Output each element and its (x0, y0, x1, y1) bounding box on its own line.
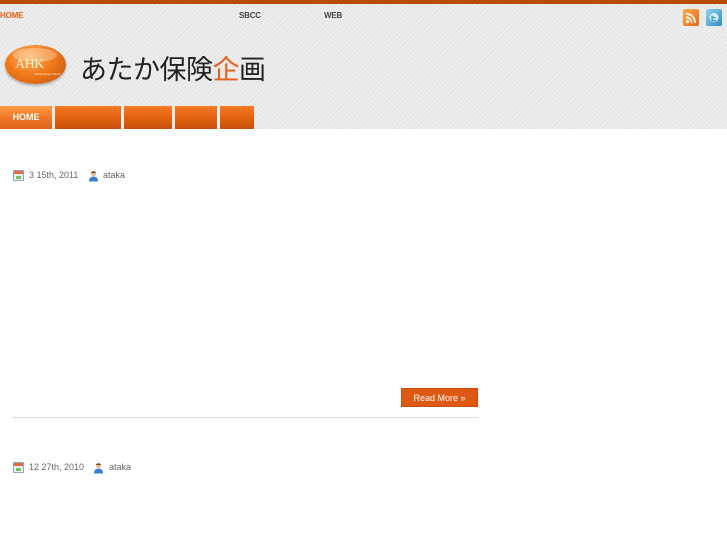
logo-text: AHK (15, 57, 44, 72)
post-date: 3 15th, 2011 (29, 170, 79, 180)
post-author[interactable]: ataka (103, 170, 125, 180)
site-title-accent: 企 (212, 55, 240, 86)
calendar-icon (13, 462, 24, 473)
site-title-end: 画 (239, 55, 266, 86)
site-title[interactable]: あたか保険企画 (80, 48, 266, 87)
calendar-icon (13, 170, 24, 181)
twitter-icon[interactable] (706, 9, 722, 26)
nav-item-home[interactable]: HOME (0, 106, 52, 129)
nav-item-2[interactable] (55, 106, 121, 129)
user-icon (94, 462, 103, 474)
nav-item-3[interactable] (124, 106, 172, 129)
site-title-main: あたか保険 (80, 55, 213, 86)
nav-item-5[interactable] (220, 106, 254, 129)
logo[interactable]: AHK Ataka Hoken Kikaku (5, 45, 66, 84)
post-author[interactable]: ataka (109, 462, 131, 472)
post-divider (12, 417, 478, 418)
top-accent-bar (0, 0, 727, 4)
user-icon (89, 170, 98, 182)
top-link-sbcc[interactable]: SBCC (239, 11, 261, 20)
top-link-web[interactable]: WEB (324, 11, 342, 20)
nav-item-4[interactable] (175, 106, 217, 129)
top-link-home[interactable]: HOME (0, 11, 23, 20)
read-more-button[interactable]: Read More » (401, 388, 478, 407)
rss-icon[interactable] (683, 9, 699, 26)
post-date: 12 27th, 2010 (29, 462, 85, 472)
site-header: HOME SBCC WEB AHK Ataka Hoken Kikaku あたか… (0, 0, 727, 129)
logo-subtext: Ataka Hoken Kikaku (34, 72, 62, 76)
